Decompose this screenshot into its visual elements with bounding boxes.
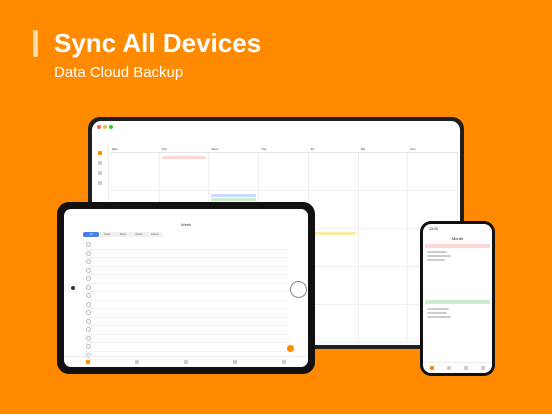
checkbox[interactable] xyxy=(86,284,91,290)
task-line xyxy=(427,255,451,257)
list-item[interactable] xyxy=(86,343,288,352)
task-line xyxy=(427,259,445,261)
task-line xyxy=(427,251,447,253)
tab-icon[interactable] xyxy=(86,360,91,364)
calendar-cell[interactable] xyxy=(308,305,359,343)
checkbox[interactable] xyxy=(86,327,91,333)
calendar-cell[interactable] xyxy=(209,153,260,191)
day-header: Sun xyxy=(408,145,458,153)
tablet-segmented-control: All Today Week Month Search xyxy=(83,232,163,237)
segment-tab[interactable]: Month xyxy=(131,232,147,237)
checkbox[interactable] xyxy=(86,335,91,341)
day-header: Mon xyxy=(110,145,160,153)
checkbox[interactable] xyxy=(86,267,91,273)
checkbox[interactable] xyxy=(86,293,91,299)
tab-icon[interactable] xyxy=(481,366,486,370)
tab-icon[interactable] xyxy=(183,360,188,364)
add-task-button[interactable] xyxy=(287,345,294,352)
day-header: Sat xyxy=(358,145,409,153)
calendar-cell[interactable] xyxy=(308,191,359,229)
phone-tab-bar xyxy=(423,362,492,373)
section-band xyxy=(425,300,490,304)
tab-icon[interactable] xyxy=(135,360,140,364)
phone-device: 13:20 Month xyxy=(420,221,495,376)
phone-screen: 13:20 Month xyxy=(423,224,492,373)
tab-icon[interactable] xyxy=(446,366,451,370)
day-header: Fri xyxy=(308,145,359,153)
tab-icon[interactable] xyxy=(281,360,286,364)
calendar-cell[interactable] xyxy=(308,267,359,305)
day-header: Tue xyxy=(159,145,210,153)
list-item[interactable] xyxy=(86,292,288,301)
hero-subtitle: Data Cloud Backup xyxy=(54,64,184,81)
task-line xyxy=(427,312,447,314)
calendar-cell[interactable] xyxy=(358,267,409,305)
segment-tab[interactable]: Today xyxy=(99,232,115,237)
calendar-cell[interactable] xyxy=(110,153,160,191)
accent-bar xyxy=(33,30,38,57)
list-item[interactable] xyxy=(86,326,288,335)
list-item[interactable] xyxy=(86,309,288,318)
calendar-cell[interactable] xyxy=(308,153,359,191)
status-time: 13:20 xyxy=(429,227,438,231)
list-item[interactable] xyxy=(86,318,288,326)
list-item[interactable] xyxy=(86,258,288,267)
list-item[interactable] xyxy=(86,267,288,275)
assistive-touch-button[interactable] xyxy=(290,281,307,298)
tablet-task-list xyxy=(86,241,288,360)
zoom-window-icon[interactable] xyxy=(109,125,113,129)
checkbox[interactable] xyxy=(86,242,91,248)
section-band xyxy=(425,244,490,248)
checkbox[interactable] xyxy=(86,259,91,265)
checkbox[interactable] xyxy=(86,310,91,316)
calendar-cell[interactable] xyxy=(259,153,309,191)
tab-icon[interactable] xyxy=(464,366,469,370)
task-line xyxy=(427,308,449,310)
day-header: Thu xyxy=(259,145,309,153)
list-item[interactable] xyxy=(86,284,288,292)
checkbox[interactable] xyxy=(86,344,91,350)
settings-icon[interactable] xyxy=(98,181,102,185)
clock-icon[interactable] xyxy=(98,171,102,175)
calendar-cell[interactable] xyxy=(358,191,409,229)
task-line xyxy=(427,316,451,318)
calendar-cell[interactable] xyxy=(358,153,409,191)
segment-tab[interactable]: Week xyxy=(115,232,131,237)
checkbox[interactable] xyxy=(86,276,91,282)
list-item[interactable] xyxy=(86,335,288,343)
close-window-icon[interactable] xyxy=(97,125,101,129)
tab-icon[interactable] xyxy=(232,360,237,364)
calendar-cell[interactable] xyxy=(358,229,409,267)
checkbox[interactable] xyxy=(86,318,91,324)
tablet-screen: Week All Today Week Month Search xyxy=(64,209,308,367)
day-header: Wed xyxy=(209,145,260,153)
checkbox[interactable] xyxy=(86,301,91,307)
calendar-cell[interactable] xyxy=(308,229,359,267)
calendar-cell[interactable] xyxy=(408,153,458,191)
list-item[interactable] xyxy=(86,301,288,309)
camera-icon xyxy=(71,286,75,290)
phone-title: Month xyxy=(451,236,464,241)
segment-tab[interactable]: Search xyxy=(147,232,163,237)
hero-title: Sync All Devices xyxy=(54,28,262,58)
tab-icon[interactable] xyxy=(429,366,434,370)
tablet-tab-bar xyxy=(64,356,308,367)
list-item[interactable] xyxy=(86,241,288,250)
calendar-cell[interactable] xyxy=(358,305,409,343)
checkbox[interactable] xyxy=(86,250,91,256)
calendar-cell[interactable] xyxy=(159,153,210,191)
calendar-icon[interactable] xyxy=(98,151,102,155)
list-item[interactable] xyxy=(86,275,288,284)
tablet-title: Week xyxy=(180,222,192,227)
list-item[interactable] xyxy=(86,250,288,258)
minimize-window-icon[interactable] xyxy=(103,125,107,129)
tablet-device: Week All Today Week Month Search xyxy=(57,202,315,374)
list-icon[interactable] xyxy=(98,161,102,165)
segment-tab[interactable]: All xyxy=(83,232,99,237)
